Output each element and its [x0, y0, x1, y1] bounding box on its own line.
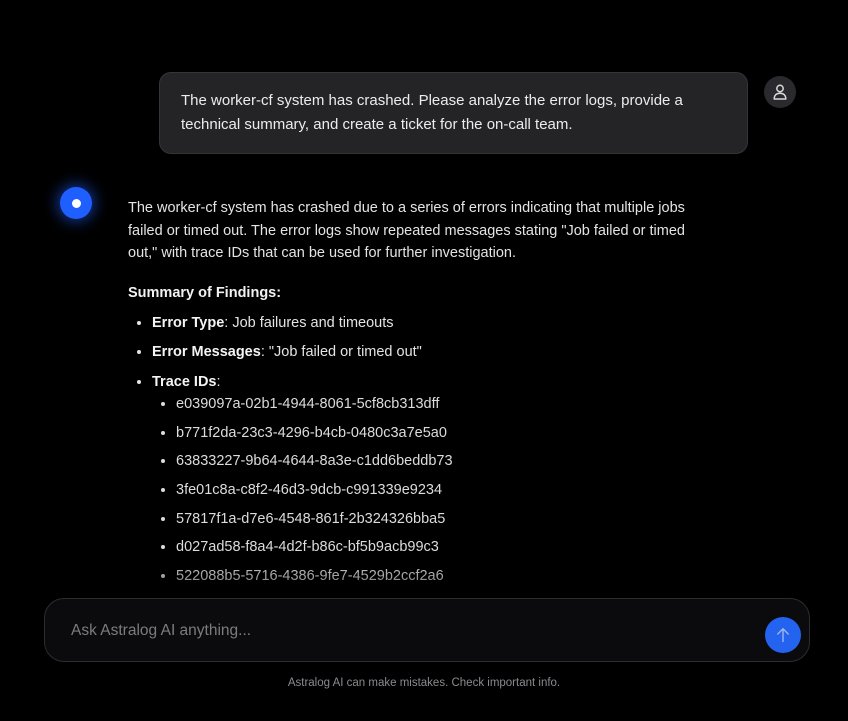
chat-page: The worker-cf system has crashed. Please…	[0, 0, 848, 721]
arrow-up-icon	[777, 628, 789, 643]
finding-label: Trace IDs	[152, 373, 217, 390]
chat-input[interactable]	[69, 619, 753, 643]
user-message-bubble: The worker-cf system has crashed. Please…	[159, 72, 748, 154]
trace-id-list: e039097a-02b1-4944-8061-5cf8cb313dff b77…	[152, 393, 688, 587]
finding-label: Error Type	[152, 314, 225, 331]
summary-heading: Summary of Findings:	[128, 284, 282, 301]
trace-id-item: 522088b5-5716-4386-9fe7-4529b2ccf2a6	[176, 565, 688, 587]
chat-input-container	[44, 598, 810, 662]
disclaimer-text: Astralog AI can make mistakes. Check imp…	[287, 677, 561, 689]
person-icon	[773, 84, 787, 100]
finding-error-messages: Error Messages: "Job failed or timed out…	[152, 341, 688, 364]
finding-value: :	[216, 373, 221, 390]
finding-value: : "Job failed or timed out"	[260, 344, 422, 360]
assistant-avatar	[60, 187, 92, 219]
finding-value: : Job failures and timeouts	[224, 314, 394, 331]
findings-list: Error Type: Job failures and timeouts Er…	[128, 312, 688, 588]
finding-trace-ids: Trace IDs: e039097a-02b1-4944-8061-5cf8c…	[152, 371, 688, 588]
trace-id-item: 57817f1a-d7e6-4548-861f-2b324326bba5	[176, 508, 688, 530]
finding-label: Error Messages	[152, 344, 261, 360]
trace-id-item: 63833227-9b64-4644-8a3e-c1dd6beddb73	[176, 450, 688, 472]
assistant-message: The worker-cf system has crashed due to …	[128, 197, 688, 594]
send-button[interactable]	[765, 617, 801, 653]
trace-id-item: 3fe01c8a-c8f2-46d3-9dcb-c991339e9234	[176, 479, 688, 501]
trace-id-item: b771f2da-23c3-4296-b4cb-0480c3a7e5a0	[176, 422, 688, 444]
user-avatar[interactable]	[764, 76, 796, 108]
assistant-dot-icon	[71, 198, 81, 208]
trace-id-item: d027ad58-f8a4-4d2f-b86c-bf5b9acb99c3	[176, 536, 688, 558]
trace-id-item: e039097a-02b1-4944-8061-5cf8cb313dff	[176, 393, 688, 415]
finding-error-type: Error Type: Job failures and timeouts	[152, 312, 688, 335]
user-message-text: The worker-cf system has crashed. Please…	[181, 92, 683, 133]
assistant-intro: The worker-cf system has crashed due to …	[128, 200, 685, 261]
